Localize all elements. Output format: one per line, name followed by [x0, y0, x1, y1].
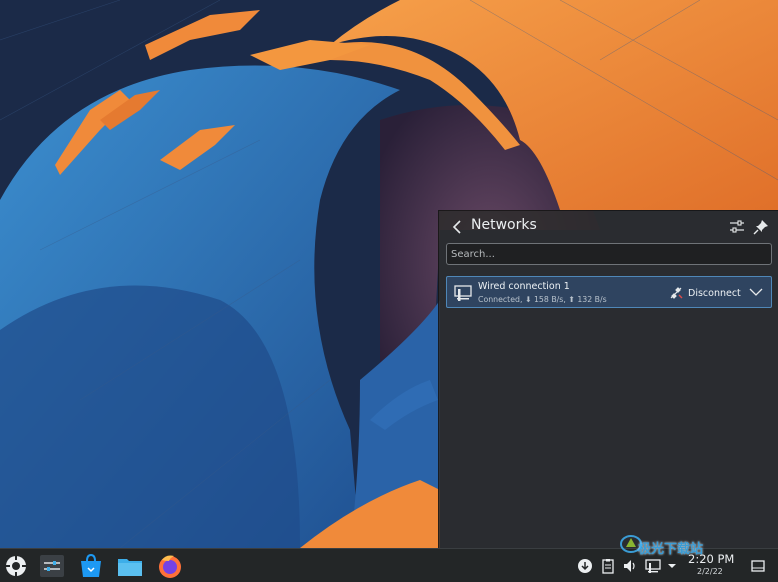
pin-icon[interactable]: [753, 219, 769, 235]
disconnect-label: Disconnect: [688, 287, 741, 299]
wired-network-icon: [454, 285, 472, 301]
disconnect-icon: [670, 287, 683, 299]
clock-date[interactable]: 2/2/22: [697, 567, 723, 576]
popup-title: Networks: [471, 217, 537, 233]
update-icon[interactable]: [577, 558, 593, 574]
disconnect-button[interactable]: Disconnect: [669, 285, 741, 301]
networks-popup: Networks Wired connection 1 Connected, ⬇…: [438, 210, 778, 548]
connection-status: Connected, ⬇ 158 B/s, ⬆ 132 B/s: [478, 295, 607, 304]
popup-header: Networks: [439, 211, 778, 243]
network-icon[interactable]: [645, 558, 661, 574]
show-desktop-icon[interactable]: [750, 558, 766, 574]
expand-chevron-icon[interactable]: [749, 286, 763, 298]
tray-expand-icon[interactable]: [666, 558, 678, 574]
clipboard-icon[interactable]: [600, 558, 616, 574]
configure-icon[interactable]: [729, 219, 745, 235]
volume-icon[interactable]: [622, 558, 638, 574]
connection-name: Wired connection 1: [478, 281, 570, 292]
back-arrow-icon[interactable]: [449, 218, 465, 236]
search-input[interactable]: [446, 243, 772, 265]
discover-icon[interactable]: [77, 552, 105, 580]
connection-item-wired[interactable]: Wired connection 1 Connected, ⬇ 158 B/s,…: [446, 276, 772, 308]
system-settings-icon[interactable]: [38, 552, 66, 580]
watermark-text: 极光下载站: [638, 542, 704, 557]
firefox-icon[interactable]: [156, 552, 184, 580]
dolphin-files-icon[interactable]: [116, 552, 144, 580]
launcher-icon[interactable]: [2, 552, 30, 580]
